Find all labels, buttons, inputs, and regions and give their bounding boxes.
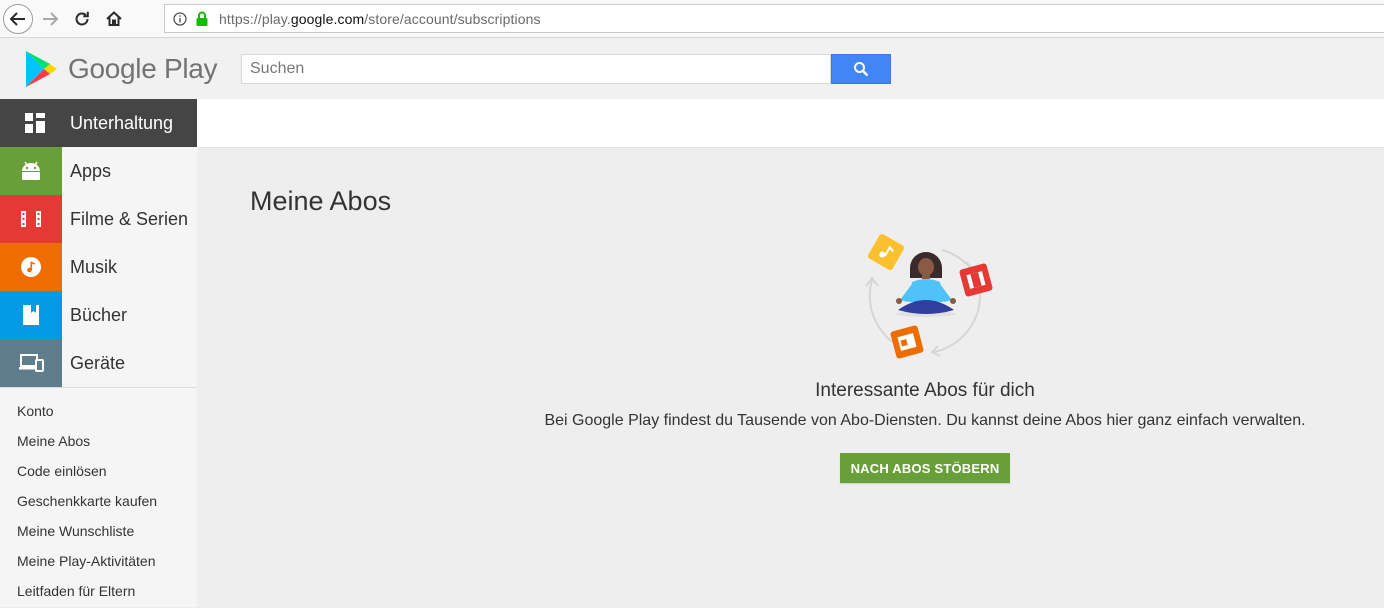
search-button[interactable]	[831, 54, 891, 84]
book-icon	[23, 305, 39, 325]
link-geschenkkarte-kaufen[interactable]: Geschenkkarte kaufen	[0, 488, 197, 518]
url-text: https://play.google.com/store/account/su…	[219, 10, 541, 27]
home-button[interactable]	[100, 5, 128, 33]
android-icon	[22, 161, 40, 180]
grid-icon	[25, 113, 45, 133]
empty-state-title: Interessante Abos für dich	[815, 380, 1035, 401]
search-icon	[854, 62, 869, 77]
google-play-logo[interactable]: Google Play	[24, 50, 218, 88]
forward-button[interactable]	[36, 5, 64, 33]
sidebar-item-buecher[interactable]: Bücher	[0, 291, 197, 339]
empty-state-description: Bei Google Play findest du Tausende von …	[544, 412, 1306, 429]
info-icon[interactable]	[173, 11, 187, 26]
browse-subscriptions-button[interactable]: NACH ABOS STÖBERN	[840, 453, 1010, 483]
url-bar[interactable]: https://play.google.com/store/account/su…	[164, 4, 1384, 33]
search-input[interactable]	[241, 54, 831, 84]
link-wunschliste[interactable]: Meine Wunschliste	[0, 518, 197, 548]
play-triangle-icon	[26, 51, 57, 87]
arrow-right-icon	[43, 12, 59, 26]
link-meine-abos[interactable]: Meine Abos	[0, 428, 197, 458]
reload-icon	[75, 11, 89, 26]
sidebar-item-filme[interactable]: Filme & Serien	[0, 195, 197, 243]
sidebar-item-unterhaltung[interactable]: Unterhaltung	[0, 99, 197, 147]
back-button[interactable]	[3, 4, 33, 34]
sidebar-item-musik[interactable]: Musik	[0, 243, 197, 291]
arrow-left-icon	[9, 12, 25, 26]
sidebar-item-apps[interactable]: Apps	[0, 147, 197, 195]
link-code-einloesen[interactable]: Code einlösen	[0, 458, 197, 488]
sidebar: Unterhaltung Apps Filme & Serien Musik B…	[0, 99, 197, 607]
content-top-band	[197, 99, 1384, 148]
devices-icon	[19, 354, 44, 372]
subscriptions-illustration	[865, 233, 993, 359]
link-leitfaden-eltern[interactable]: Leitfaden für Eltern	[0, 578, 197, 608]
sidebar-item-geraete[interactable]: Geräte	[0, 339, 197, 387]
link-play-aktivitaeten[interactable]: Meine Play-Aktivitäten	[0, 548, 197, 578]
music-note-icon	[21, 257, 41, 277]
film-icon	[21, 211, 41, 227]
page-title: Meine Abos	[250, 186, 392, 216]
home-icon	[106, 11, 122, 26]
reload-button[interactable]	[68, 5, 96, 33]
play-header: Google Play	[0, 38, 1384, 99]
browser-toolbar: https://play.google.com/store/account/su…	[0, 0, 1384, 38]
link-konto[interactable]: Konto	[0, 398, 197, 428]
lock-icon	[196, 11, 208, 26]
account-links: Konto Meine Abos Code einlösen Geschenkk…	[0, 388, 197, 608]
